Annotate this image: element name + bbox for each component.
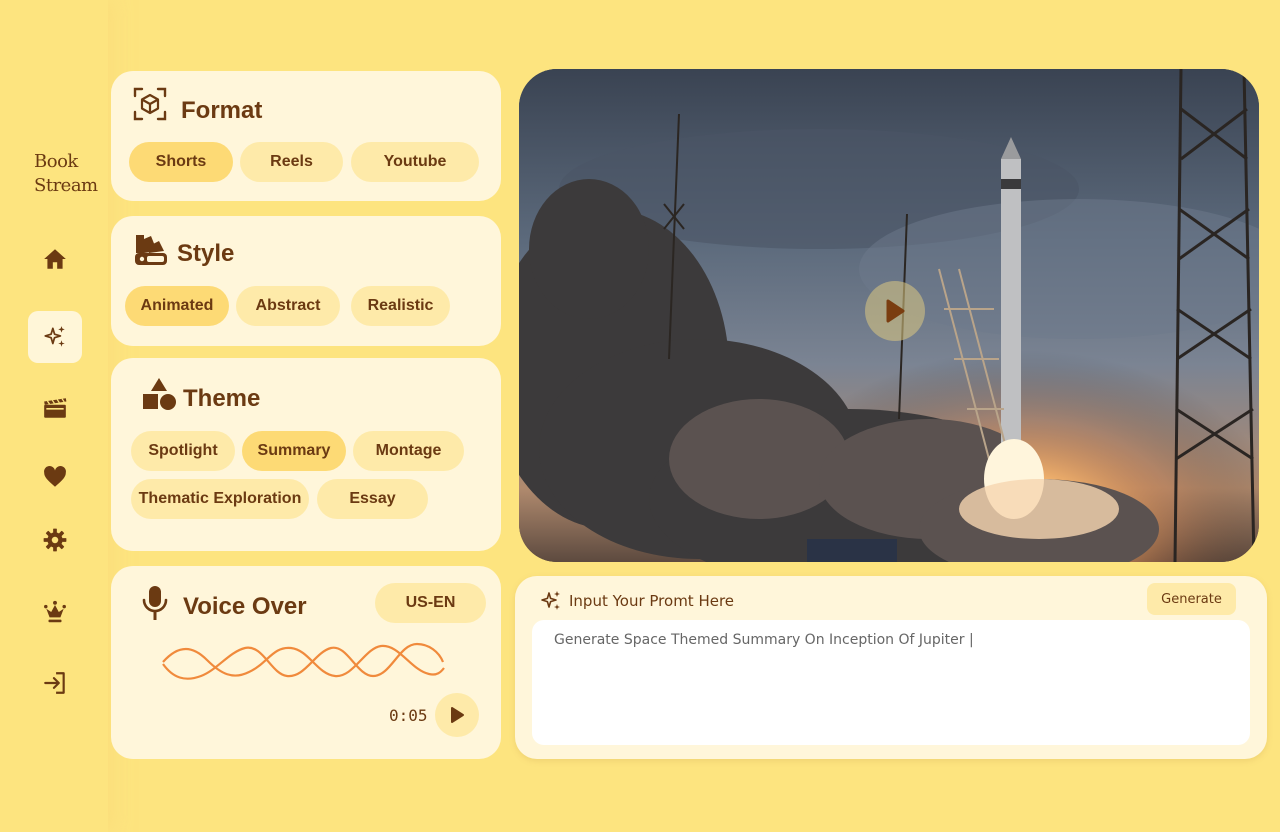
sidebar-item-premium[interactable]: [28, 586, 82, 638]
theme-option-thematic-exploration[interactable]: Thematic Exploration: [131, 479, 309, 519]
brand-line-1: Book: [34, 151, 78, 172]
theme-option-summary[interactable]: Summary: [242, 431, 346, 471]
prompt-card: Input Your Promt Here Generate Generate …: [515, 576, 1267, 759]
audio-play-button[interactable]: [435, 693, 479, 737]
clapperboard-icon: [44, 398, 67, 418]
style-option-abstract[interactable]: Abstract: [236, 286, 340, 326]
login-icon: [44, 672, 65, 694]
audio-waveform: [162, 642, 445, 680]
sparkles-icon: [44, 326, 65, 347]
crown-icon: [44, 600, 66, 623]
voice-over-title: Voice Over: [183, 593, 307, 620]
format-option-youtube[interactable]: Youtube: [351, 142, 479, 182]
gear-icon: [43, 528, 67, 552]
palette-swatch-icon: [135, 235, 167, 265]
theme-option-spotlight[interactable]: Spotlight: [131, 431, 235, 471]
shapes-icon: [143, 378, 176, 410]
cube-scan-icon: [133, 87, 167, 121]
microphone-icon: [142, 586, 168, 620]
play-icon: [886, 299, 905, 323]
language-select[interactable]: US-EN: [375, 583, 486, 623]
style-title: Style: [177, 240, 235, 267]
voice-over-card: Voice Over US-EN 0:05: [111, 566, 501, 759]
video-preview[interactable]: [519, 69, 1259, 562]
theme-title: Theme: [183, 385, 261, 412]
heart-icon: [44, 466, 66, 487]
style-option-animated[interactable]: Animated: [125, 286, 229, 326]
home-icon: [44, 249, 66, 269]
sidebar-item-login[interactable]: [28, 657, 82, 709]
sparkles-icon: [541, 591, 560, 610]
style-option-realistic[interactable]: Realistic: [351, 286, 450, 326]
theme-card: Theme Spotlight Summary Montage Thematic…: [111, 358, 501, 551]
sidebar-item-generate[interactable]: [28, 311, 82, 363]
sidebar-item-favorites[interactable]: [28, 451, 82, 503]
style-card: Style Animated Abstract Realistic: [111, 216, 501, 346]
sidebar-item-home[interactable]: [28, 233, 82, 285]
prompt-label: Input Your Promt Here: [569, 592, 735, 610]
format-title: Format: [181, 97, 263, 124]
brand-line-2: Stream: [34, 175, 98, 196]
prompt-input[interactable]: Generate Space Themed Summary On Incepti…: [532, 620, 1250, 745]
video-play-button[interactable]: [865, 281, 925, 341]
format-option-shorts[interactable]: Shorts: [129, 142, 233, 182]
format-option-reels[interactable]: Reels: [240, 142, 343, 182]
format-card: Format Shorts Reels Youtube: [111, 71, 501, 201]
theme-option-essay[interactable]: Essay: [317, 479, 428, 519]
play-icon: [451, 707, 464, 723]
brand-logo: Book Stream: [34, 150, 100, 198]
generate-button[interactable]: Generate: [1147, 583, 1236, 615]
sidebar-item-settings[interactable]: [28, 514, 82, 566]
sidebar-item-videos[interactable]: [28, 382, 82, 434]
theme-option-montage[interactable]: Montage: [353, 431, 464, 471]
audio-time: 0:05: [389, 706, 428, 725]
